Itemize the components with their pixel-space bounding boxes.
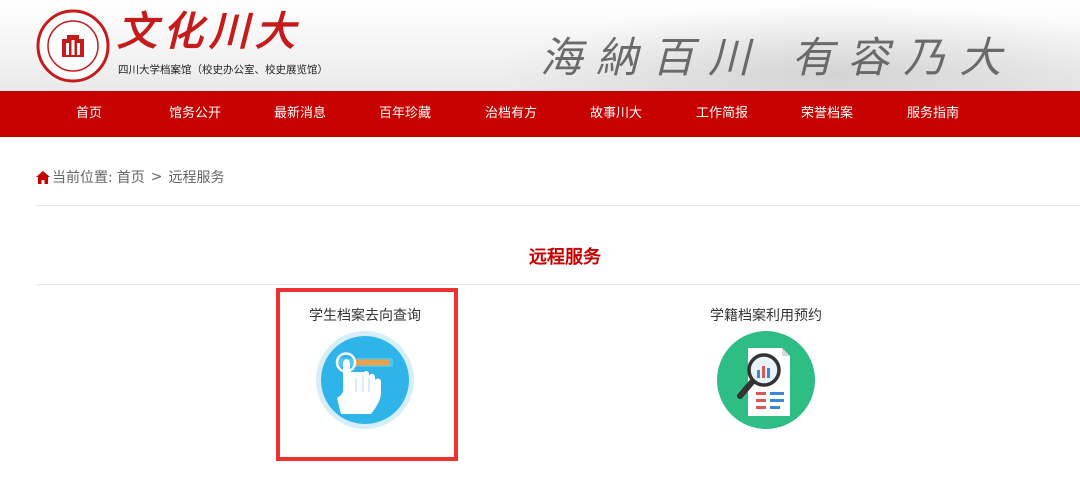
document-magnifier-icon[interactable] <box>716 330 816 430</box>
breadcrumb: 当前位置: 首页 > 远程服务 <box>36 167 224 187</box>
site-logo-title[interactable]: 文化川大 <box>117 10 301 54</box>
main-nav: 首页 馆务公开 最新消息 百年珍藏 治档有方 故事川大 工作简报 荣誉档案 服务… <box>0 91 1080 137</box>
breadcrumb-home-link[interactable]: 首页 <box>117 167 145 187</box>
university-seal-icon[interactable] <box>36 9 110 83</box>
breadcrumb-current: 远程服务 <box>168 170 225 186</box>
site-logo-subtitle: 四川大学档案馆（校史办公室、校史展览馆） <box>118 64 328 76</box>
nav-item-bulletin[interactable]: 工作简报 <box>677 91 767 137</box>
divider-top <box>36 205 1080 206</box>
nav-item-guide[interactable]: 服务指南 <box>888 91 978 137</box>
highlight-frame <box>276 288 458 461</box>
nav-item-news[interactable]: 最新消息 <box>255 91 345 137</box>
section-title: 远程服务 <box>529 247 601 268</box>
calligraphy-motto: 海納百川 有容乃大 <box>540 33 1016 82</box>
nav-item-affairs[interactable]: 馆务公开 <box>150 91 240 137</box>
nav-item-home[interactable]: 首页 <box>44 91 134 137</box>
site-header: 文化川大 四川大学档案馆（校史办公室、校史展览馆） 海納百川 有容乃大 <box>0 0 1080 91</box>
nav-item-honors[interactable]: 荣誉档案 <box>782 91 872 137</box>
home-icon <box>36 170 50 184</box>
breadcrumb-separator: > <box>150 169 163 185</box>
divider-section <box>36 284 1080 285</box>
breadcrumb-prefix: 当前位置: <box>52 170 113 186</box>
service-label[interactable]: 学籍档案利用预约 <box>676 305 856 325</box>
nav-item-archiving[interactable]: 治档有方 <box>466 91 556 137</box>
nav-item-stories[interactable]: 故事川大 <box>571 91 661 137</box>
nav-item-treasures[interactable]: 百年珍藏 <box>360 91 450 137</box>
service-record-reservation[interactable]: 学籍档案利用预约 <box>676 305 856 475</box>
page: 文化川大 四川大学档案馆（校史办公室、校史展览馆） 海納百川 有容乃大 首页 馆… <box>0 0 1080 497</box>
